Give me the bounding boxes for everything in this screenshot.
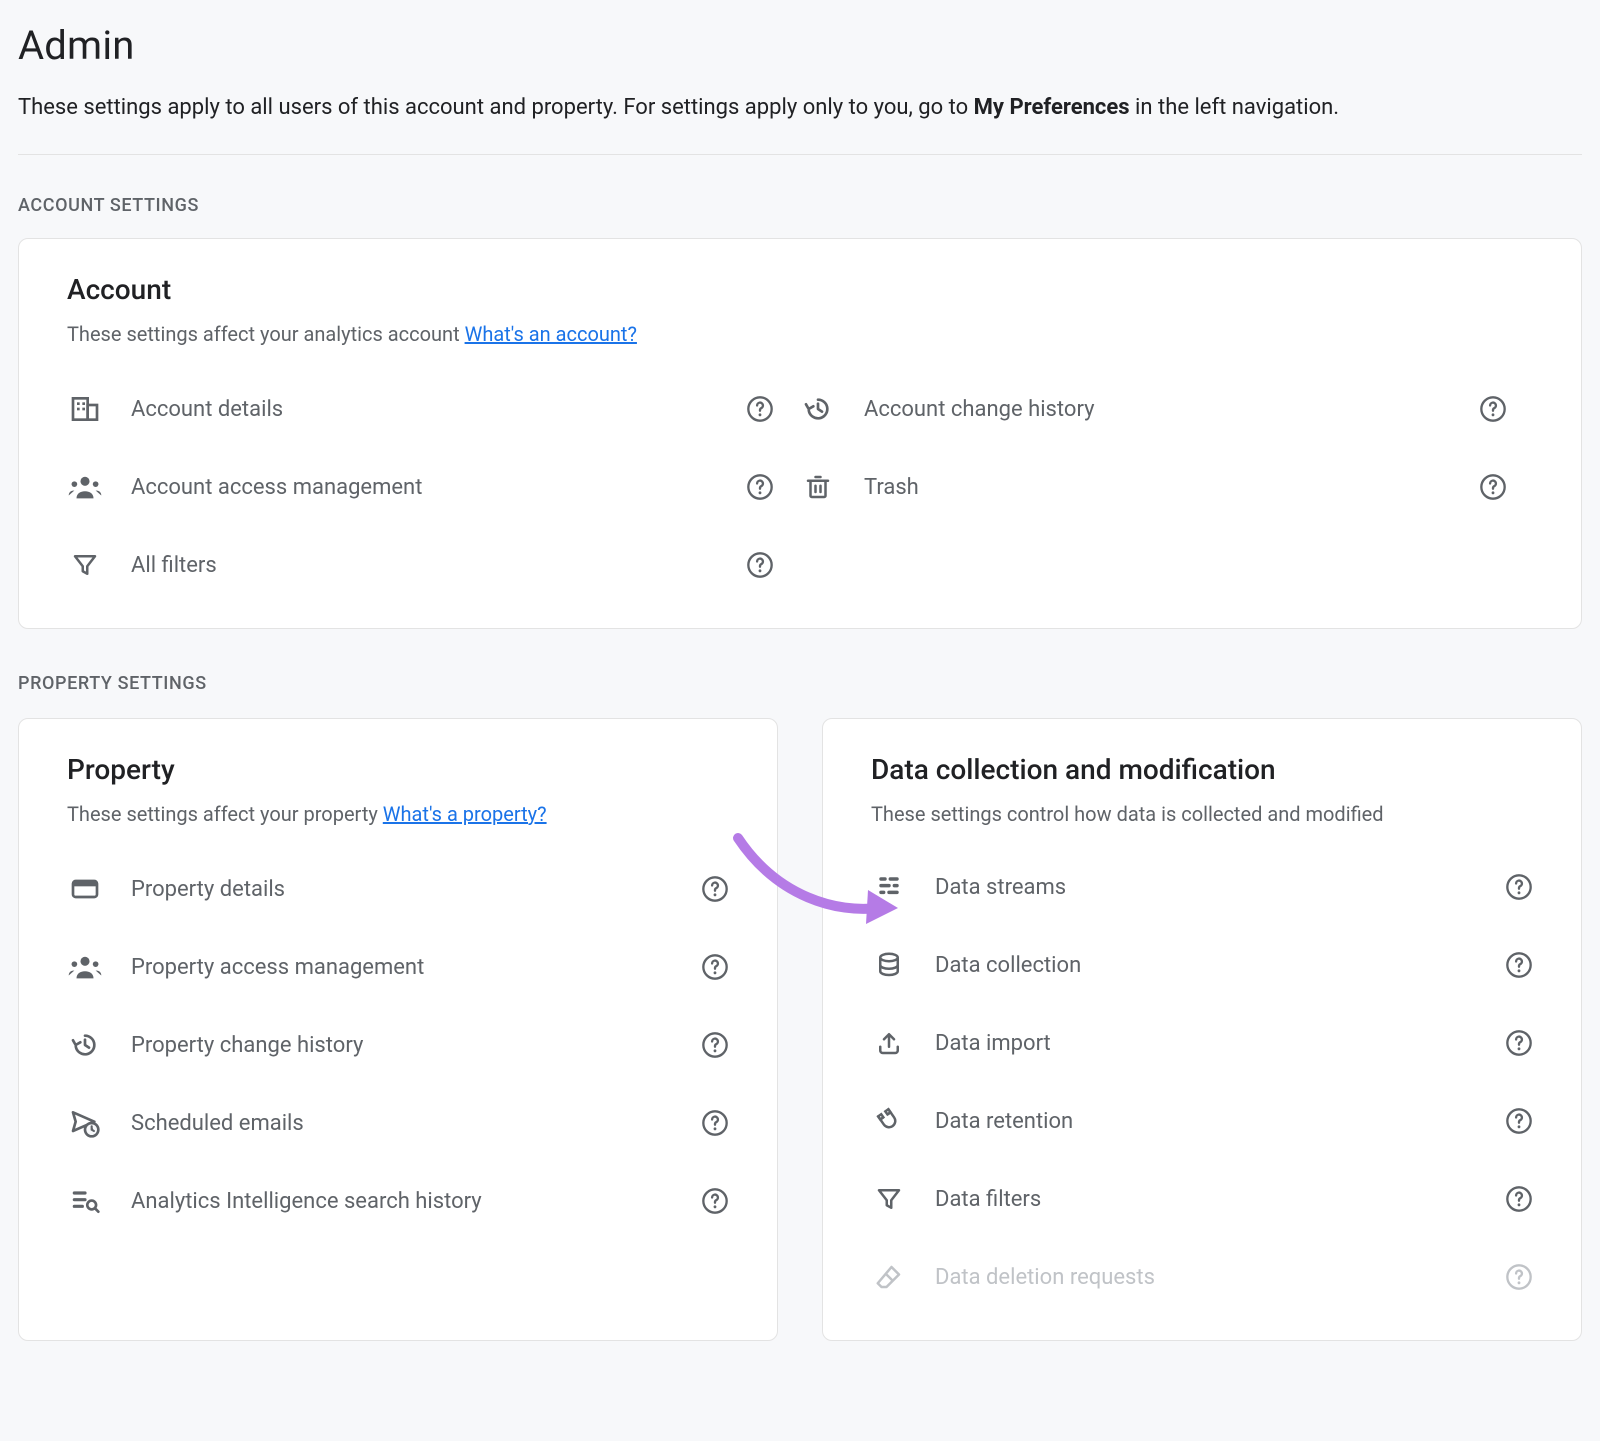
intro-pre: These settings apply to all users of thi… [18,95,974,120]
data-filters-item[interactable]: Data filters [871,1166,1533,1232]
property-subtitle: These settings affect your property What… [67,802,729,826]
help-icon[interactable] [1505,1263,1533,1291]
history-icon [67,1027,103,1063]
trash-label: Trash [864,475,1451,500]
help-icon[interactable] [701,1031,729,1059]
property-details-item[interactable]: Property details [67,856,729,922]
database-icon [871,947,907,983]
trash-icon [800,469,836,505]
analytics-intelligence-item[interactable]: Analytics Intelligence search history [67,1168,729,1234]
account-subtitle: These settings affect your analytics acc… [67,322,1533,346]
building-icon [67,391,103,427]
help-icon[interactable] [746,395,774,423]
history-icon [800,391,836,427]
help-icon[interactable] [746,473,774,501]
property-settings-label: PROPERTY SETTINGS [18,673,1582,694]
scheduled-emails-label: Scheduled emails [131,1111,673,1136]
intro-post: in the left navigation. [1130,95,1340,120]
property-card: Property These settings affect your prop… [18,718,778,1341]
filter-icon [67,547,103,583]
scheduled-emails-item[interactable]: Scheduled emails [67,1090,729,1156]
help-icon[interactable] [701,875,729,903]
account-title: Account [67,273,1533,306]
whats-an-account-link[interactable]: What's an account? [465,322,637,346]
account-details-label: Account details [131,397,718,422]
data-deletion-requests-label: Data deletion requests [935,1265,1477,1290]
help-icon[interactable] [1505,873,1533,901]
data-collection-item[interactable]: Data collection [871,932,1533,998]
account-access-item[interactable]: Account access management [67,454,800,520]
data-collection-title: Data collection and modification [871,753,1533,786]
send-clock-icon [67,1105,103,1141]
property-title: Property [67,753,729,786]
upload-icon [871,1025,907,1061]
help-icon[interactable] [1505,1185,1533,1213]
account-card: Account These settings affect your analy… [18,238,1582,629]
help-icon[interactable] [701,1187,729,1215]
filter-icon [871,1181,907,1217]
streams-icon [871,869,907,905]
account-access-label: Account access management [131,475,718,500]
help-icon[interactable] [1479,473,1507,501]
intro-bold: My Preferences [974,95,1130,120]
data-retention-item[interactable]: Data retention [871,1088,1533,1154]
property-sub-text: These settings affect your property [67,802,383,826]
all-filters-label: All filters [131,553,718,578]
data-import-label: Data import [935,1031,1477,1056]
help-icon[interactable] [1505,951,1533,979]
magnet-icon [871,1103,907,1139]
property-change-history-item[interactable]: Property change history [67,1012,729,1078]
property-access-label: Property access management [131,955,673,980]
data-collection-card: Data collection and modification These s… [822,718,1582,1341]
account-details-item[interactable]: Account details [67,376,800,442]
help-icon[interactable] [746,551,774,579]
trash-item[interactable]: Trash [800,454,1533,520]
property-details-label: Property details [131,877,673,902]
data-import-item[interactable]: Data import [871,1010,1533,1076]
help-icon[interactable] [1505,1107,1533,1135]
help-icon[interactable] [1479,395,1507,423]
data-streams-label: Data streams [935,875,1477,900]
property-change-history-label: Property change history [131,1033,673,1058]
divider [18,154,1582,155]
help-icon[interactable] [1505,1029,1533,1057]
account-change-history-label: Account change history [864,397,1451,422]
card-icon [67,871,103,907]
list-search-icon [67,1183,103,1219]
all-filters-item[interactable]: All filters [67,532,800,598]
people-icon [67,949,103,985]
eraser-icon [871,1259,907,1295]
data-streams-item[interactable]: Data streams [871,854,1533,920]
account-settings-label: ACCOUNT SETTINGS [18,195,1582,216]
account-change-history-item[interactable]: Account change history [800,376,1533,442]
data-retention-label: Data retention [935,1109,1477,1134]
property-access-item[interactable]: Property access management [67,934,729,1000]
data-filters-label: Data filters [935,1187,1477,1212]
help-icon[interactable] [701,1109,729,1137]
data-collection-label: Data collection [935,953,1477,978]
help-icon[interactable] [701,953,729,981]
intro-text: These settings apply to all users of thi… [18,91,1578,124]
people-icon [67,469,103,505]
account-sub-text: These settings affect your analytics acc… [67,322,465,346]
whats-a-property-link[interactable]: What's a property? [383,802,547,826]
data-deletion-requests-item[interactable]: Data deletion requests [871,1244,1533,1310]
data-collection-subtitle: These settings control how data is colle… [871,802,1533,826]
analytics-intelligence-label: Analytics Intelligence search history [131,1189,673,1214]
page-title: Admin [18,22,1582,69]
